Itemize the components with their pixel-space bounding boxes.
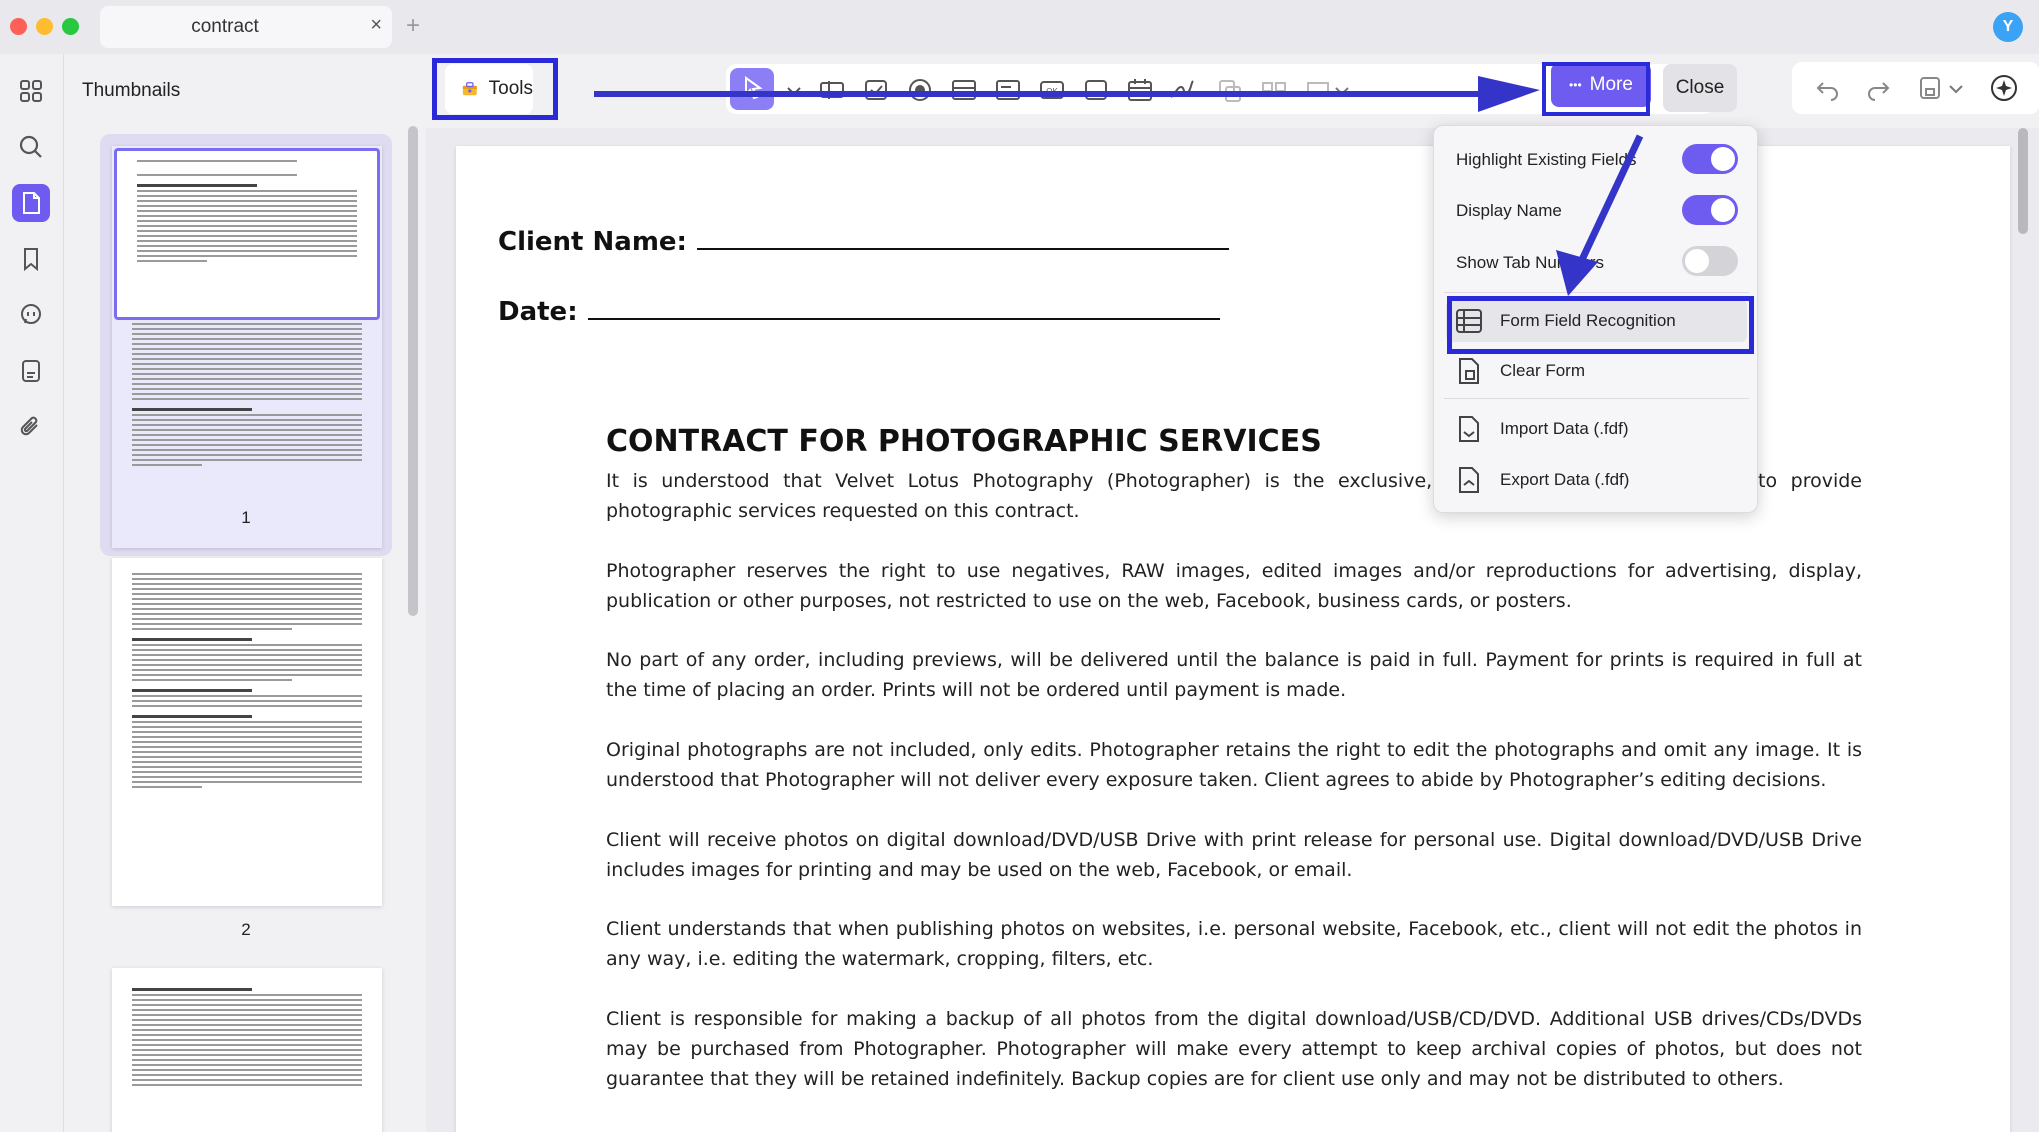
- thumbnail-page-3[interactable]: [112, 968, 382, 1132]
- combo-box-icon[interactable]: [950, 77, 978, 103]
- tab-close-icon[interactable]: ×: [370, 14, 382, 37]
- comment-icon[interactable]: [12, 296, 50, 334]
- minimize-window-button[interactable]: [36, 18, 53, 35]
- close-button[interactable]: Close: [1663, 64, 1737, 112]
- paragraph: Original photographs are not included, o…: [606, 739, 1862, 791]
- thumbnail-page-1[interactable]: [112, 146, 382, 548]
- import-data-item[interactable]: Import Data (.fdf): [1446, 408, 1747, 450]
- date-field[interactable]: [587, 294, 1220, 320]
- new-tab-button[interactable]: +: [406, 12, 420, 40]
- paragraph: No part of any order, including previews…: [606, 649, 1862, 701]
- document-tab[interactable]: contract ×: [100, 6, 392, 48]
- highlight-existing-fields-label: Highlight Existing Fields: [1456, 150, 1637, 169]
- attachment-icon[interactable]: [12, 408, 50, 446]
- highlight-existing-fields-toggle[interactable]: [1682, 144, 1738, 174]
- cursor-icon: [745, 76, 763, 100]
- chevron-down-icon[interactable]: [780, 77, 808, 103]
- clear-form-icon: [1459, 358, 1479, 384]
- svg-text:OK: OK: [1046, 87, 1058, 96]
- import-icon: [1459, 416, 1479, 442]
- thumbnails-panel: Thumbnails 1 2: [65, 54, 425, 1132]
- date-row: Date:: [498, 294, 1220, 327]
- client-name-field[interactable]: [696, 224, 1229, 250]
- thumbnail-page-number: 1: [241, 508, 251, 527]
- menu-divider: [1444, 292, 1749, 293]
- show-tab-numbers-toggle[interactable]: [1682, 246, 1738, 276]
- pen-icon[interactable]: [1168, 77, 1196, 103]
- client-name-label: Client Name:: [498, 227, 687, 257]
- bookmark-icon[interactable]: [12, 240, 50, 278]
- paragraph: Client will receive photos on digital do…: [606, 829, 1862, 881]
- more-highlight-box: [1542, 62, 1650, 116]
- save-icon[interactable]: [1916, 75, 1944, 101]
- close-window-button[interactable]: [10, 18, 27, 35]
- signature-field-icon[interactable]: [1082, 77, 1110, 103]
- chevron-down-icon[interactable]: [1942, 75, 1970, 101]
- redo-icon[interactable]: [1864, 75, 1892, 101]
- client-name-row: Client Name:: [498, 224, 1229, 257]
- document-scrollbar[interactable]: [2018, 128, 2028, 234]
- thumbnail-page-number: 2: [241, 920, 251, 939]
- paragraph: Client understands that when publishing …: [606, 918, 1862, 970]
- checkbox-icon[interactable]: [862, 77, 890, 103]
- export-data-label: Export Data (.fdf): [1500, 470, 1630, 489]
- clear-form-label: Clear Form: [1500, 361, 1586, 380]
- show-tab-numbers-label: Show Tab Numbers: [1456, 253, 1605, 272]
- date-field-icon[interactable]: [1126, 77, 1154, 103]
- tools-highlight-box: [432, 58, 558, 120]
- maximize-window-button[interactable]: [62, 18, 79, 35]
- list-box-icon[interactable]: [994, 77, 1022, 103]
- search-icon[interactable]: [12, 128, 50, 166]
- radio-button-icon[interactable]: [906, 77, 934, 103]
- duplicate-icon[interactable]: [1216, 77, 1244, 103]
- left-icon-rail: [0, 54, 64, 1132]
- avatar[interactable]: Y: [1993, 12, 2023, 42]
- menu-divider: [1444, 398, 1749, 399]
- ok-button-icon[interactable]: OK: [1038, 77, 1066, 103]
- clear-form-item[interactable]: Clear Form: [1446, 350, 1747, 392]
- pages-icon[interactable]: [12, 352, 50, 390]
- document-title: CONTRACT FOR PHOTOGRAPHIC SERVICES: [606, 424, 1322, 459]
- document-area: Client Name: Date: CONTRACT FOR PHOTOGRA…: [426, 128, 2039, 1132]
- paragraph: Photographer reserves the right to use n…: [606, 560, 1862, 612]
- toolbar: Tools OK ••• More Close: [426, 54, 2039, 128]
- document-page: Client Name: Date: CONTRACT FOR PHOTOGRA…: [456, 146, 2010, 1132]
- text-field-icon[interactable]: [818, 77, 846, 103]
- export-icon: [1459, 467, 1479, 493]
- thumbnails-icon[interactable]: [12, 184, 50, 222]
- display-name-toggle[interactable]: [1682, 195, 1738, 225]
- date-label: Date:: [498, 297, 578, 327]
- paragraph: Client is responsible for making a backu…: [606, 1008, 1862, 1090]
- grid-icon[interactable]: [12, 72, 50, 110]
- tab-title: contract: [191, 16, 259, 37]
- undo-icon[interactable]: [1814, 75, 1842, 101]
- export-data-item[interactable]: Export Data (.fdf): [1446, 459, 1747, 501]
- thumbnails-title: Thumbnails: [82, 80, 181, 101]
- chevron-down-icon[interactable]: [1328, 77, 1356, 103]
- align-icon[interactable]: [1260, 77, 1288, 103]
- thumbnails-scrollbar[interactable]: [408, 126, 418, 616]
- display-name-label: Display Name: [1456, 201, 1562, 220]
- thumbnail-viewport: [114, 148, 380, 320]
- ai-assistant-icon[interactable]: [1988, 73, 2020, 103]
- select-tool[interactable]: [730, 68, 774, 110]
- form-field-recognition-highlight-box: [1447, 296, 1754, 354]
- title-bar: contract × + Y: [0, 0, 2039, 54]
- right-tools-group: [1792, 62, 2039, 114]
- import-data-label: Import Data (.fdf): [1500, 419, 1629, 438]
- thumbnail-page-2[interactable]: [112, 558, 382, 906]
